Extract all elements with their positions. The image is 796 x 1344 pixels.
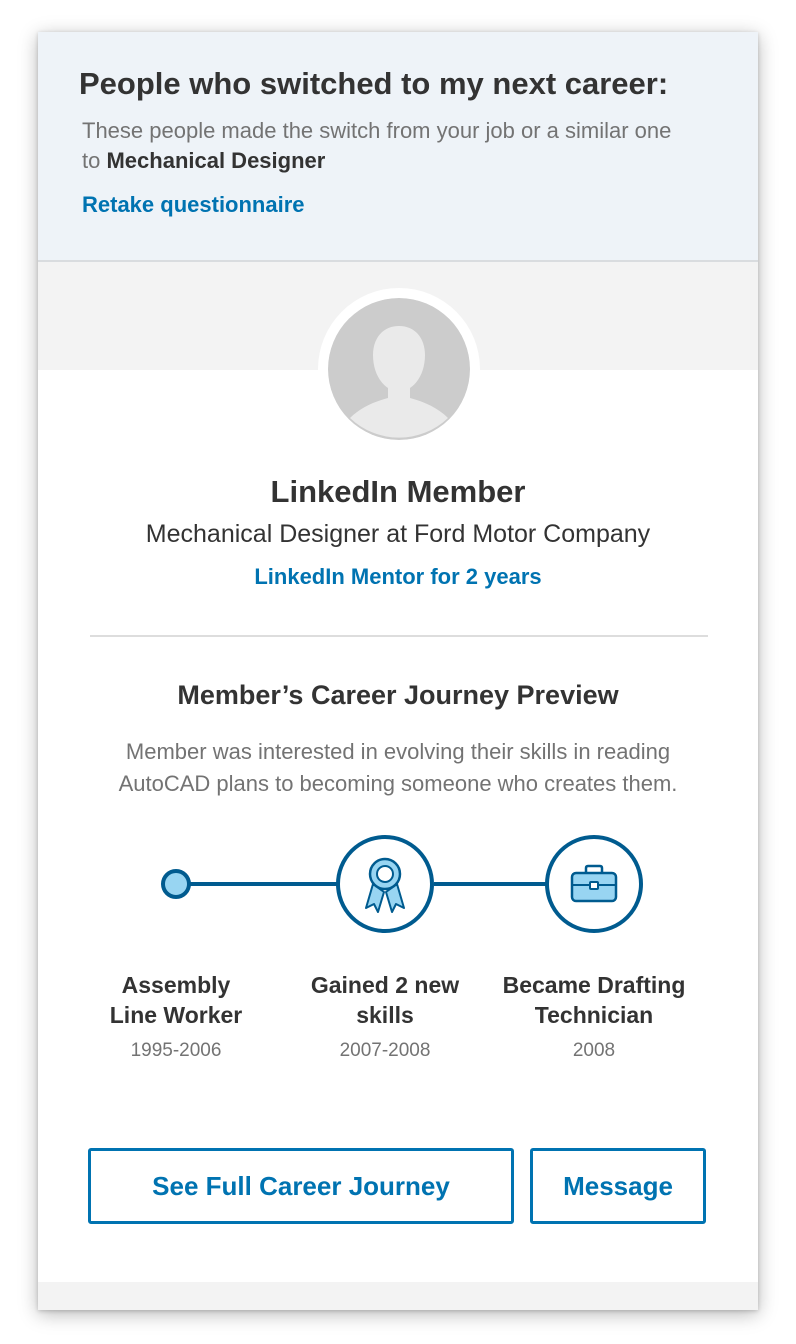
avatar[interactable]: [328, 298, 470, 440]
milestone-label: Gained 2 new skills: [285, 970, 485, 1030]
award-ribbon-icon: [336, 835, 434, 933]
section-divider: [90, 635, 708, 637]
milestone-years: 2008: [572, 1040, 616, 1061]
milestone-label: Became Drafting Technician: [484, 970, 704, 1030]
career-timeline: [161, 835, 643, 933]
milestone-years: 2007-2008: [339, 1040, 431, 1061]
card-footer-strip: [38, 1282, 758, 1310]
milestone-2: Gained 2 new skills 2007-2008: [285, 970, 485, 1062]
journey-description: Member was interested in evolving their …: [118, 739, 678, 796]
retake-questionnaire-link[interactable]: Retake questionnaire: [82, 192, 305, 218]
header-subtitle: These people made the switch from your j…: [82, 116, 682, 176]
milestone-1: Assembly Line Worker 1995-2006: [76, 970, 276, 1062]
member-name[interactable]: LinkedIn Member: [38, 474, 758, 510]
dot-icon: [161, 869, 191, 899]
milestone-label-line: skills: [356, 1002, 414, 1028]
milestone-label-line: Assembly: [121, 972, 231, 998]
see-full-career-journey-button[interactable]: See Full Career Journey: [88, 1148, 514, 1224]
milestone-label-line: Line Worker: [109, 1002, 243, 1028]
card-header: People who switched to my next career: T…: [38, 32, 758, 262]
career-card: People who switched to my next career: T…: [38, 32, 758, 1310]
milestone-label-line: Became Drafting: [502, 972, 686, 998]
milestone-years: 1995-2006: [130, 1040, 222, 1061]
milestone-label-line: Gained 2 new: [310, 972, 460, 998]
person-silhouette-icon: [328, 298, 470, 440]
target-career: Mechanical Designer: [106, 148, 326, 173]
member-role: Mechanical Designer at Ford Motor Compan…: [145, 520, 651, 548]
mentor-duration-link[interactable]: LinkedIn Mentor for 2 years: [38, 564, 758, 590]
milestone-3: Became Drafting Technician 2008: [484, 970, 704, 1062]
briefcase-icon: [545, 835, 643, 933]
header-title: People who switched to my next career:: [79, 66, 669, 101]
milestone-label-line: Technician: [534, 1002, 654, 1028]
milestone-label: Assembly Line Worker: [76, 970, 276, 1030]
journey-title: Member’s Career Journey Preview: [177, 680, 619, 710]
message-button[interactable]: Message: [530, 1148, 706, 1224]
